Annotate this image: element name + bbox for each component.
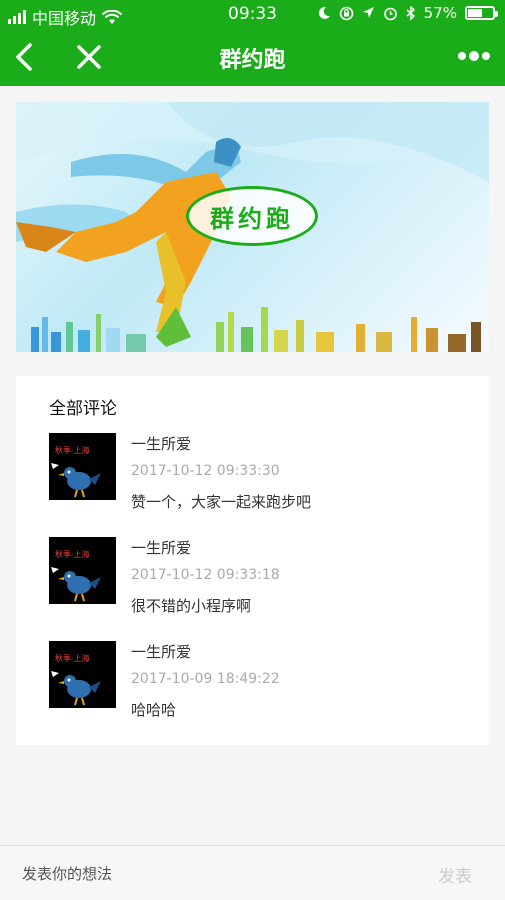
svg-text:秋季·上海: 秋季·上海 — [55, 653, 90, 663]
comment-author: 一生所爱 — [131, 539, 192, 557]
status-right: 57% — [317, 4, 498, 22]
page-title: 群约跑 — [219, 48, 286, 73]
comment-item: 秋季·上海 一生所爱 2017-10-12 09:33:30 赞一个，大家一起来… — [49, 433, 469, 513]
avatar[interactable]: 秋季·上海 — [49, 537, 116, 604]
comments-section: 全部评论 秋季·上海 一生所爱 2017-10-12 09:33:30 赞一个，… — [16, 376, 489, 745]
bird-avatar-icon: 秋季·上海 — [51, 653, 101, 706]
status-bar: 中国移动 09:33 57% — [0, 0, 505, 28]
send-button[interactable]: 发表 — [438, 862, 472, 887]
bird-avatar-icon: 秋季·上海 — [51, 549, 101, 602]
comment-time: 2017-10-12 09:33:18 — [131, 567, 280, 583]
comment-text: 很不错的小程序啊 — [131, 597, 252, 615]
banner-image: 群约跑 — [16, 102, 489, 352]
svg-text:秋季·上海: 秋季·上海 — [55, 445, 90, 455]
comment-author: 一生所爱 — [131, 435, 192, 453]
comment-input[interactable] — [20, 856, 404, 892]
bluetooth-icon — [406, 5, 415, 21]
alarm-icon — [383, 7, 397, 20]
location-icon — [362, 7, 374, 18]
comments-heading: 全部评论 — [49, 399, 117, 419]
comment-item: 秋季·上海 一生所爱 2017-10-09 18:49:22 哈哈哈 — [49, 641, 469, 721]
comment-input-bar: 发表 — [0, 845, 505, 900]
comment-time: 2017-10-12 09:33:30 — [131, 463, 280, 479]
lock-rotation-icon — [339, 6, 353, 20]
comment-item: 秋季·上海 一生所爱 2017-10-12 09:33:18 很不错的小程序啊 — [49, 537, 469, 617]
comment-text: 赞一个，大家一起来跑步吧 — [131, 493, 312, 511]
avatar[interactable]: 秋季·上海 — [49, 433, 116, 500]
banner-badge: 群约跑 — [186, 186, 318, 246]
svg-text:秋季·上海: 秋季·上海 — [55, 549, 90, 559]
battery-fill — [468, 9, 482, 17]
comment-time: 2017-10-09 18:49:22 — [131, 671, 280, 687]
navigation-bar: 群约跑 — [0, 28, 505, 86]
avatar[interactable]: 秋季·上海 — [49, 641, 116, 708]
battery-icon — [465, 6, 498, 20]
more-icon[interactable] — [457, 46, 491, 66]
bird-avatar-icon: 秋季·上海 — [51, 445, 101, 498]
battery-percent: 57% — [423, 4, 457, 22]
moon-icon — [318, 6, 330, 19]
comment-author: 一生所爱 — [131, 643, 192, 661]
comment-text: 哈哈哈 — [131, 701, 177, 719]
